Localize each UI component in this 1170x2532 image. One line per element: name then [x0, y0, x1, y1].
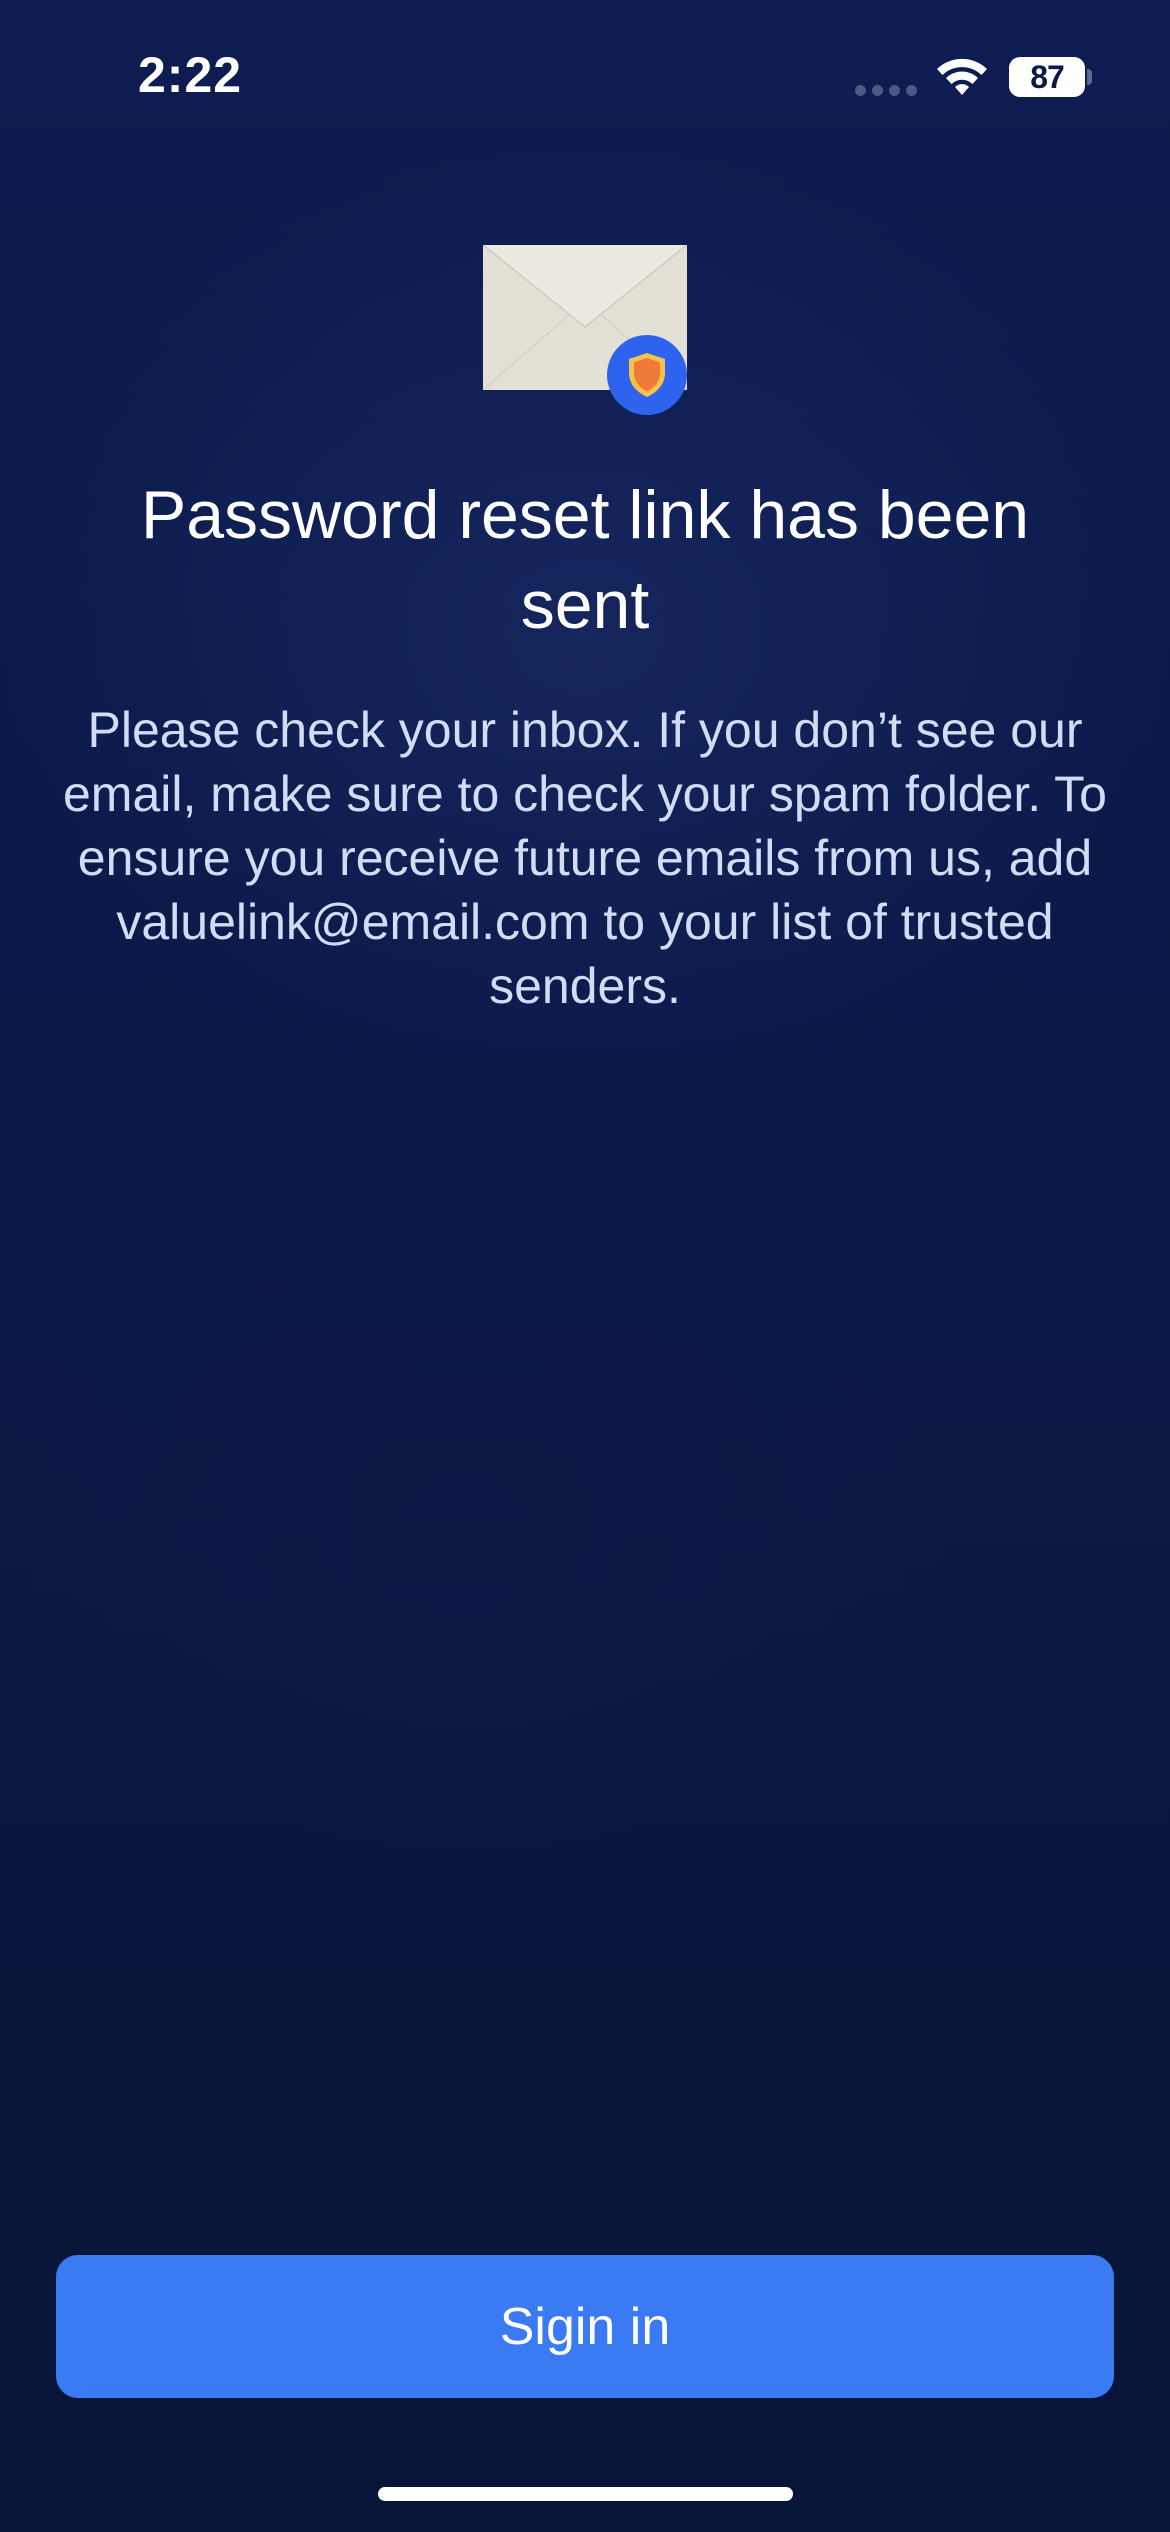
wifi-icon — [937, 58, 987, 95]
page-title: Password reset link has been sent — [140, 477, 1030, 643]
shield-badge — [607, 335, 687, 415]
status-bar: 2:22 87 — [0, 0, 1170, 150]
cellular-dots-icon — [855, 85, 917, 96]
instructions-text: Please check your inbox. If you don’t se… — [63, 702, 1107, 1014]
email-illustration — [483, 245, 695, 415]
battery-tip — [1087, 69, 1092, 85]
sign-in-button[interactable]: Sigin in — [56, 2255, 1114, 2398]
status-time: 2:22 — [138, 47, 243, 103]
battery-indicator: 87 — [1009, 57, 1085, 97]
home-indicator[interactable] — [378, 2487, 793, 2501]
shield-icon — [629, 353, 665, 397]
